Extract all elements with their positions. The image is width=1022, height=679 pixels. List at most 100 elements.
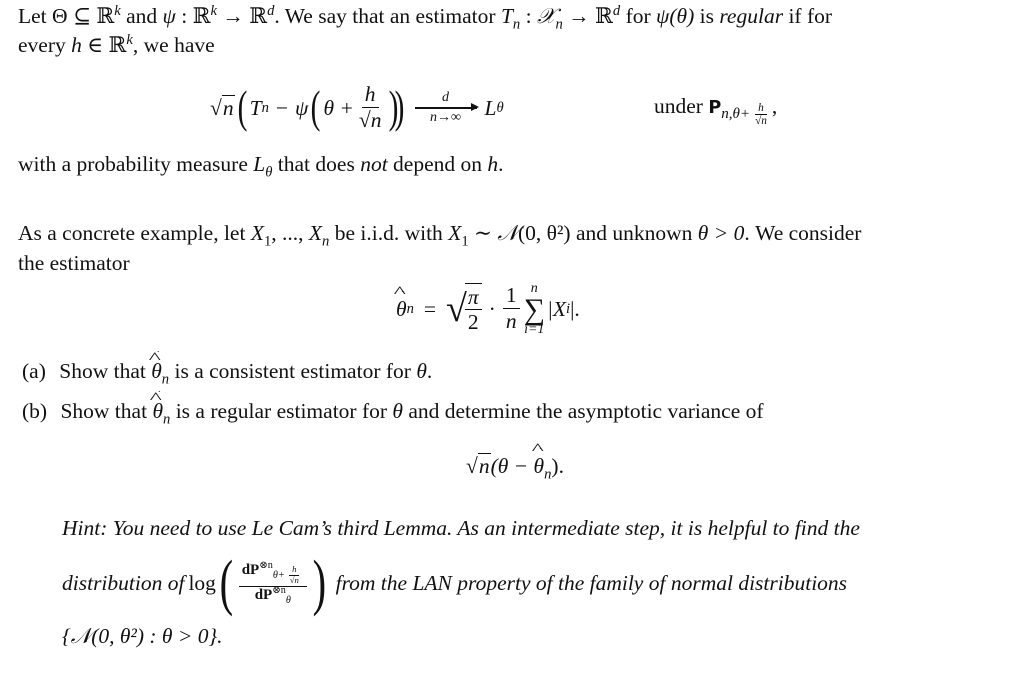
text: Show that <box>60 399 148 423</box>
math-theta-hat: ^ θ <box>150 390 163 426</box>
math-sqrt-n: √n <box>466 453 491 478</box>
math-theta-plus: θ + <box>323 95 354 120</box>
text: Show that <box>59 359 146 383</box>
math-subseteq: ⊆ <box>72 4 91 28</box>
math-psi: ψ <box>295 95 309 120</box>
math-T: T <box>249 95 262 120</box>
text: and determine the asymptotic variance of <box>408 399 764 423</box>
text: , <box>771 94 778 118</box>
math-colon: : <box>181 4 188 28</box>
math-theta: θ <box>416 359 427 383</box>
hint-line-1: Hint: You need to use Le Cam’s third Lem… <box>62 516 860 541</box>
item-label: (a) <box>22 359 46 383</box>
math-log: log <box>188 570 216 595</box>
math-sub-text: θ+ <box>272 569 285 581</box>
math-abs-X: |X <box>546 296 567 321</box>
math-convergence-arrow: d n→∞ <box>414 91 479 125</box>
definition-line-1: Let Θ ⊆ ℝk and ψ : ℝk → ℝd . We say that … <box>18 2 833 33</box>
math-sqrt-sign: √ <box>446 288 467 330</box>
math-theta-hat: ^ θ <box>531 441 544 479</box>
math-summation: n ∑ i=1 <box>524 281 545 337</box>
hint-text: from the LAN property of the family of n… <box>335 570 848 595</box>
text: depend on <box>393 152 483 176</box>
math-otimes-n: ⊗n <box>259 559 273 571</box>
math-sub-n: n <box>555 16 563 33</box>
math-sub-theta-plus: θ+ h √n <box>272 565 304 585</box>
math-exp-k: k <box>114 2 121 19</box>
math-X: X <box>448 221 462 245</box>
text: with a probability measure <box>18 152 248 176</box>
display-equation-regularity: √n ( Tn − ψ ( θ + h √n )) d n→∞ Lθ <box>210 82 504 133</box>
text: is a regular estimator for <box>175 399 388 423</box>
math-1: 1 <box>502 284 520 309</box>
math-equals: = <box>423 296 437 321</box>
math-dP: dP <box>254 586 273 603</box>
emphasis-not: not <box>360 152 388 176</box>
math-theta: θ <box>392 399 403 423</box>
math-minus: − <box>275 95 289 120</box>
math-X: X <box>308 221 323 245</box>
display-equation-estimator: ^ θ n = √ π 2 · 1 n n ∑ i=1 |X i |. <box>393 280 580 337</box>
math-fraction-1-over-n: 1 n <box>502 284 520 333</box>
math-sub-n-theta: n,θ+ h √n <box>721 102 772 127</box>
hat-accent: ^ <box>148 350 162 367</box>
math-h: h <box>755 102 767 116</box>
emphasis-regular: regular <box>719 4 784 28</box>
text: . We consider <box>744 221 862 245</box>
math-n: n <box>370 107 382 132</box>
sum-lower-limit: i=1 <box>524 321 545 337</box>
text: , we have <box>132 33 215 57</box>
math-sqrt-n: √n <box>289 574 299 585</box>
math-fraction-h-sqrt-n: h √n <box>356 83 385 132</box>
math-n: n <box>761 115 767 128</box>
text: every <box>18 33 66 57</box>
arrow-line <box>414 102 479 113</box>
item-label: (b) <box>22 399 48 423</box>
math-theta-positive: θ > 0 <box>697 221 745 245</box>
math-sub-theta: θ <box>265 164 273 181</box>
text: . We say that an estimator <box>274 4 496 28</box>
math-reals: ℝ <box>108 33 127 57</box>
math-colon: : <box>525 4 532 28</box>
text: and unknown <box>575 221 693 245</box>
math-h: h <box>71 33 82 57</box>
math-n: n <box>505 308 517 333</box>
arrow-label-limit: n→∞ <box>430 109 462 125</box>
math-otimes-n: ⊗n <box>272 584 286 596</box>
math-reals: ℝ <box>192 4 211 28</box>
text: . <box>426 359 433 383</box>
math-sub-n: n <box>161 371 170 388</box>
example-line-1: As a concrete example, let X1, ..., Xn b… <box>18 219 862 250</box>
math-in: ∈ <box>87 33 104 57</box>
math-bold-P: P <box>708 98 722 118</box>
math-L: L <box>484 95 497 120</box>
text: and <box>126 4 158 28</box>
text: , ..., <box>271 221 309 245</box>
math-paren-open: ( <box>311 82 321 133</box>
math-normal-args: (0, θ²) <box>518 221 571 245</box>
text: under <box>654 94 703 118</box>
math-T: T <box>500 4 513 28</box>
math-sub-n: n <box>322 233 330 250</box>
math-numerator: dP⊗nθ+ h √n <box>238 559 307 587</box>
math-n: n <box>294 574 299 585</box>
math-dP: dP <box>241 561 260 578</box>
math-sub-text: n,θ+ <box>721 106 751 123</box>
math-exp-k: k <box>210 2 217 19</box>
text: be i.i.d. with <box>334 221 443 245</box>
math-reals: ℝ <box>249 4 268 28</box>
hat-accent: ^ <box>393 283 406 301</box>
hint-text: distribution of <box>62 570 185 595</box>
math-psi: ψ <box>162 4 176 28</box>
example-line-2: the estimator <box>18 249 130 278</box>
math-sqrt-n: √n <box>755 115 767 128</box>
math-n: n <box>477 453 491 478</box>
math-n: n <box>221 94 235 120</box>
list-item-a: (a) Show that ^ θn is a consistent estima… <box>22 350 433 388</box>
math-arrow: → <box>222 4 244 28</box>
math-exp-d: d <box>612 2 621 19</box>
display-equation-variance: √n(θ − ^ θ n). <box>466 441 564 482</box>
text: that does <box>277 152 355 176</box>
text: if for <box>788 4 833 28</box>
text: is <box>699 4 714 28</box>
